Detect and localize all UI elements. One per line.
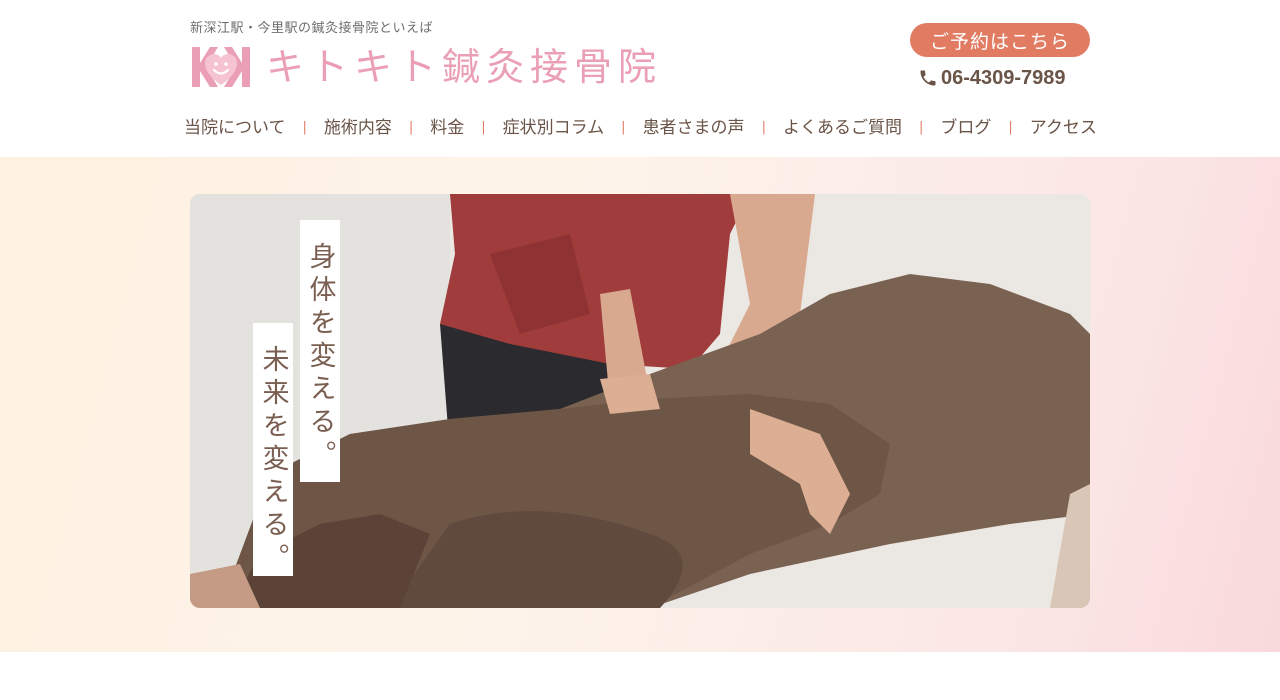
nav-separator: | — [481, 120, 486, 135]
nav-separator: | — [408, 120, 414, 135]
heart-face-logo-icon — [192, 47, 250, 87]
page-bottom-spacer — [0, 652, 1280, 700]
nav-separator: | — [761, 120, 766, 135]
nav-item-testimonials[interactable]: 患者さまの声 — [643, 114, 745, 142]
nav-separator: | — [621, 120, 626, 135]
hero-catch-copy-line1: 身体を変える。 — [300, 220, 340, 482]
hero-section: 身体を変える。 未来を変える。 — [0, 157, 1280, 652]
nav-item-pricing[interactable]: 料金 — [430, 114, 464, 142]
nav-item-about[interactable]: 当院について — [184, 114, 286, 142]
nav-separator: | — [302, 120, 307, 135]
site-header: 新深江駅・今里駅の鍼灸接骨院といえば キトキト鍼灸接骨院 ご予約はこちら 06-… — [0, 0, 1280, 157]
nav-item-blog[interactable]: ブログ — [940, 114, 991, 142]
logo-text: キトキト鍼灸接骨院 — [266, 45, 663, 89]
nav-item-symptom-column[interactable]: 症状別コラム — [503, 114, 605, 142]
hero-catch-copy-line2: 未来を変える。 — [253, 323, 293, 576]
nav-item-access[interactable]: アクセス — [1030, 114, 1097, 142]
nav-separator: | — [918, 120, 924, 135]
global-nav: 当院について | 施術内容 | 料金 | 症状別コラム | 患者さまの声 | よ… — [184, 114, 1097, 142]
phone-number: 06-4309-7989 — [941, 66, 1066, 89]
reservation-button[interactable]: ご予約はこちら — [910, 23, 1090, 57]
phone-link[interactable]: 06-4309-7989 — [918, 64, 1066, 92]
site-logo[interactable]: キトキト鍼灸接骨院 — [190, 44, 662, 90]
phone-icon — [920, 70, 936, 86]
header-tagline: 新深江駅・今里駅の鍼灸接骨院といえば — [190, 21, 434, 36]
nav-item-treatments[interactable]: 施術内容 — [324, 114, 392, 142]
hero-photo: 身体を変える。 未来を変える。 — [190, 194, 1090, 608]
nav-separator: | — [1008, 120, 1013, 135]
nav-item-faq[interactable]: よくあるご質問 — [783, 114, 902, 142]
